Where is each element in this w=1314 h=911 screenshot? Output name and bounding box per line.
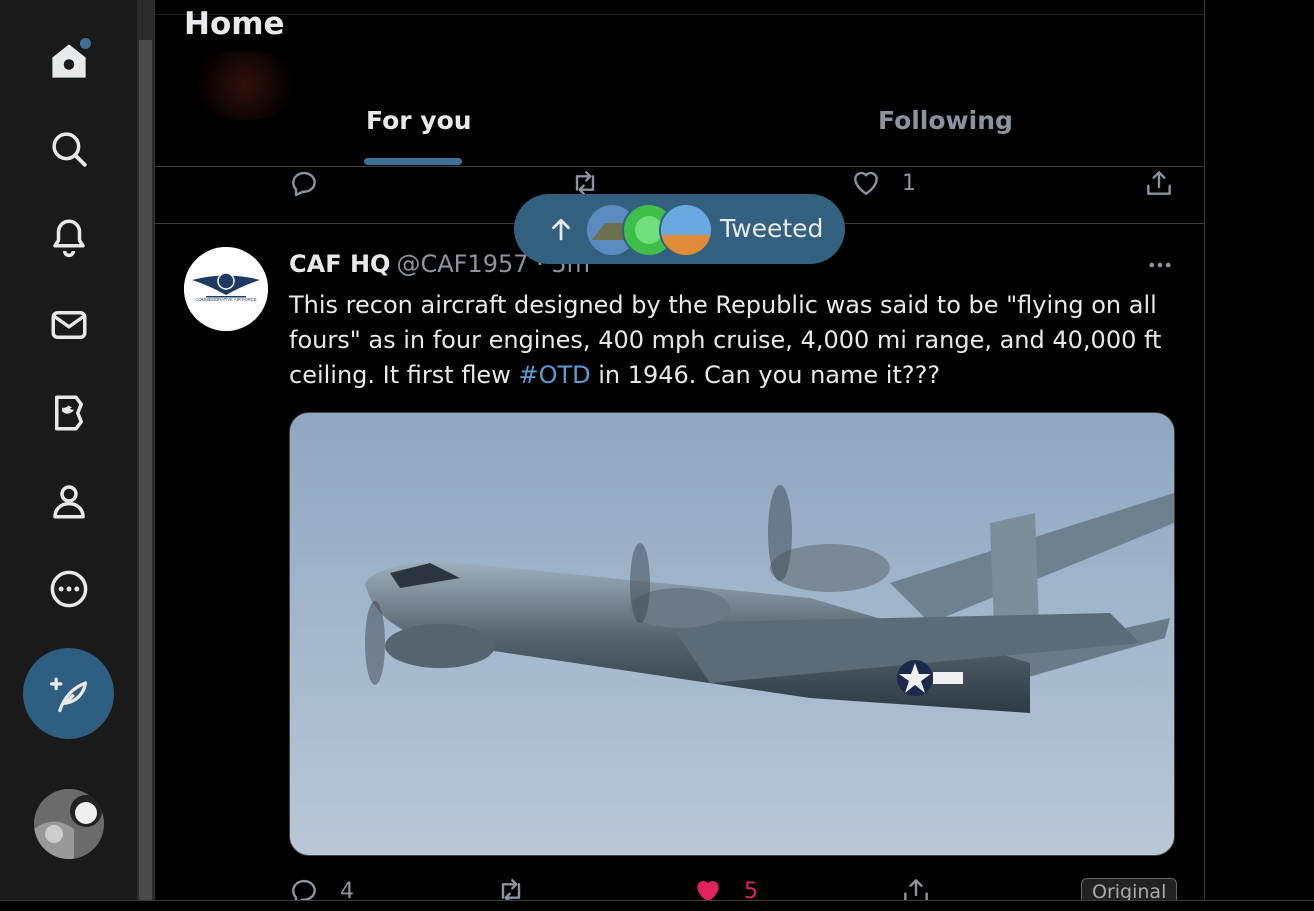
tweet-text: This recon aircraft designed by the Repu… (289, 288, 1169, 393)
reply-count: 4 (340, 878, 354, 901)
tab-following[interactable]: Following (878, 106, 1013, 135)
retweet-icon (501, 879, 521, 900)
like-button[interactable]: 1 (850, 167, 916, 199)
share-icon (904, 879, 928, 900)
author-avatar[interactable]: COMMEMORATIVE AIR FORCE (184, 247, 268, 331)
timeline-column: Home For you Following 1 COMMEMORATIVE A… (154, 0, 1205, 900)
original-media-badge[interactable]: Original (1081, 878, 1178, 900)
tweet-more-button[interactable] (1143, 248, 1177, 282)
active-tab-indicator (364, 158, 462, 165)
like-count: 1 (902, 170, 916, 196)
tab-for-you[interactable]: For you (366, 106, 472, 135)
tweet-like-count: 5 (744, 878, 758, 901)
tweet-reply-button[interactable]: 4 (288, 875, 354, 900)
more-horizontal-icon (1149, 262, 1171, 268)
search-icon[interactable] (44, 124, 94, 174)
profile-icon[interactable] (44, 476, 94, 526)
home-icon[interactable] (44, 36, 94, 86)
author-name[interactable]: CAF HQ (289, 250, 390, 278)
caf-logo-icon: COMMEMORATIVE AIR FORCE (184, 247, 268, 331)
bell-icon[interactable] (44, 212, 94, 262)
timeline-tabs: For you Following (155, 90, 1204, 166)
reply-icon (292, 171, 316, 197)
more-circle-icon[interactable] (44, 564, 94, 614)
tweet-like-button[interactable]: 5 (692, 875, 758, 900)
aircraft-photo (290, 413, 1174, 855)
new-tweets-label: Tweeted (720, 214, 824, 243)
tweet-text-part: in 1946. Can you name it??? (590, 361, 941, 389)
heart-filled-icon (697, 881, 719, 900)
mail-icon[interactable] (44, 300, 94, 350)
share-button[interactable] (1143, 167, 1175, 199)
compose-feather-icon (49, 677, 87, 712)
tweet-image[interactable] (289, 412, 1175, 856)
hashtag-link[interactable]: #OTD (518, 361, 590, 389)
avatar-text: COMMEMORATIVE AIR FORCE (195, 297, 257, 302)
arrow-up-icon (552, 218, 570, 241)
header-top-divider (155, 14, 1204, 15)
share-icon (1147, 171, 1171, 195)
tweet-share-button[interactable] (900, 875, 932, 900)
sidebar-nav (0, 0, 137, 910)
compose-button[interactable] (23, 648, 114, 739)
reply-icon (292, 879, 316, 900)
reply-button[interactable] (288, 167, 320, 199)
tweet-retweet-button[interactable] (495, 875, 527, 900)
bottom-edge (0, 900, 1314, 911)
scrollbar-thumb[interactable] (139, 40, 152, 902)
page-title: Home (184, 6, 285, 42)
twitter-blue-icon[interactable] (44, 388, 94, 438)
sidebar-scrollbar[interactable] (137, 0, 154, 910)
account-avatar[interactable] (34, 789, 104, 859)
notification-dot (80, 38, 91, 49)
heart-icon (854, 171, 878, 195)
pill-avatar (659, 203, 713, 257)
